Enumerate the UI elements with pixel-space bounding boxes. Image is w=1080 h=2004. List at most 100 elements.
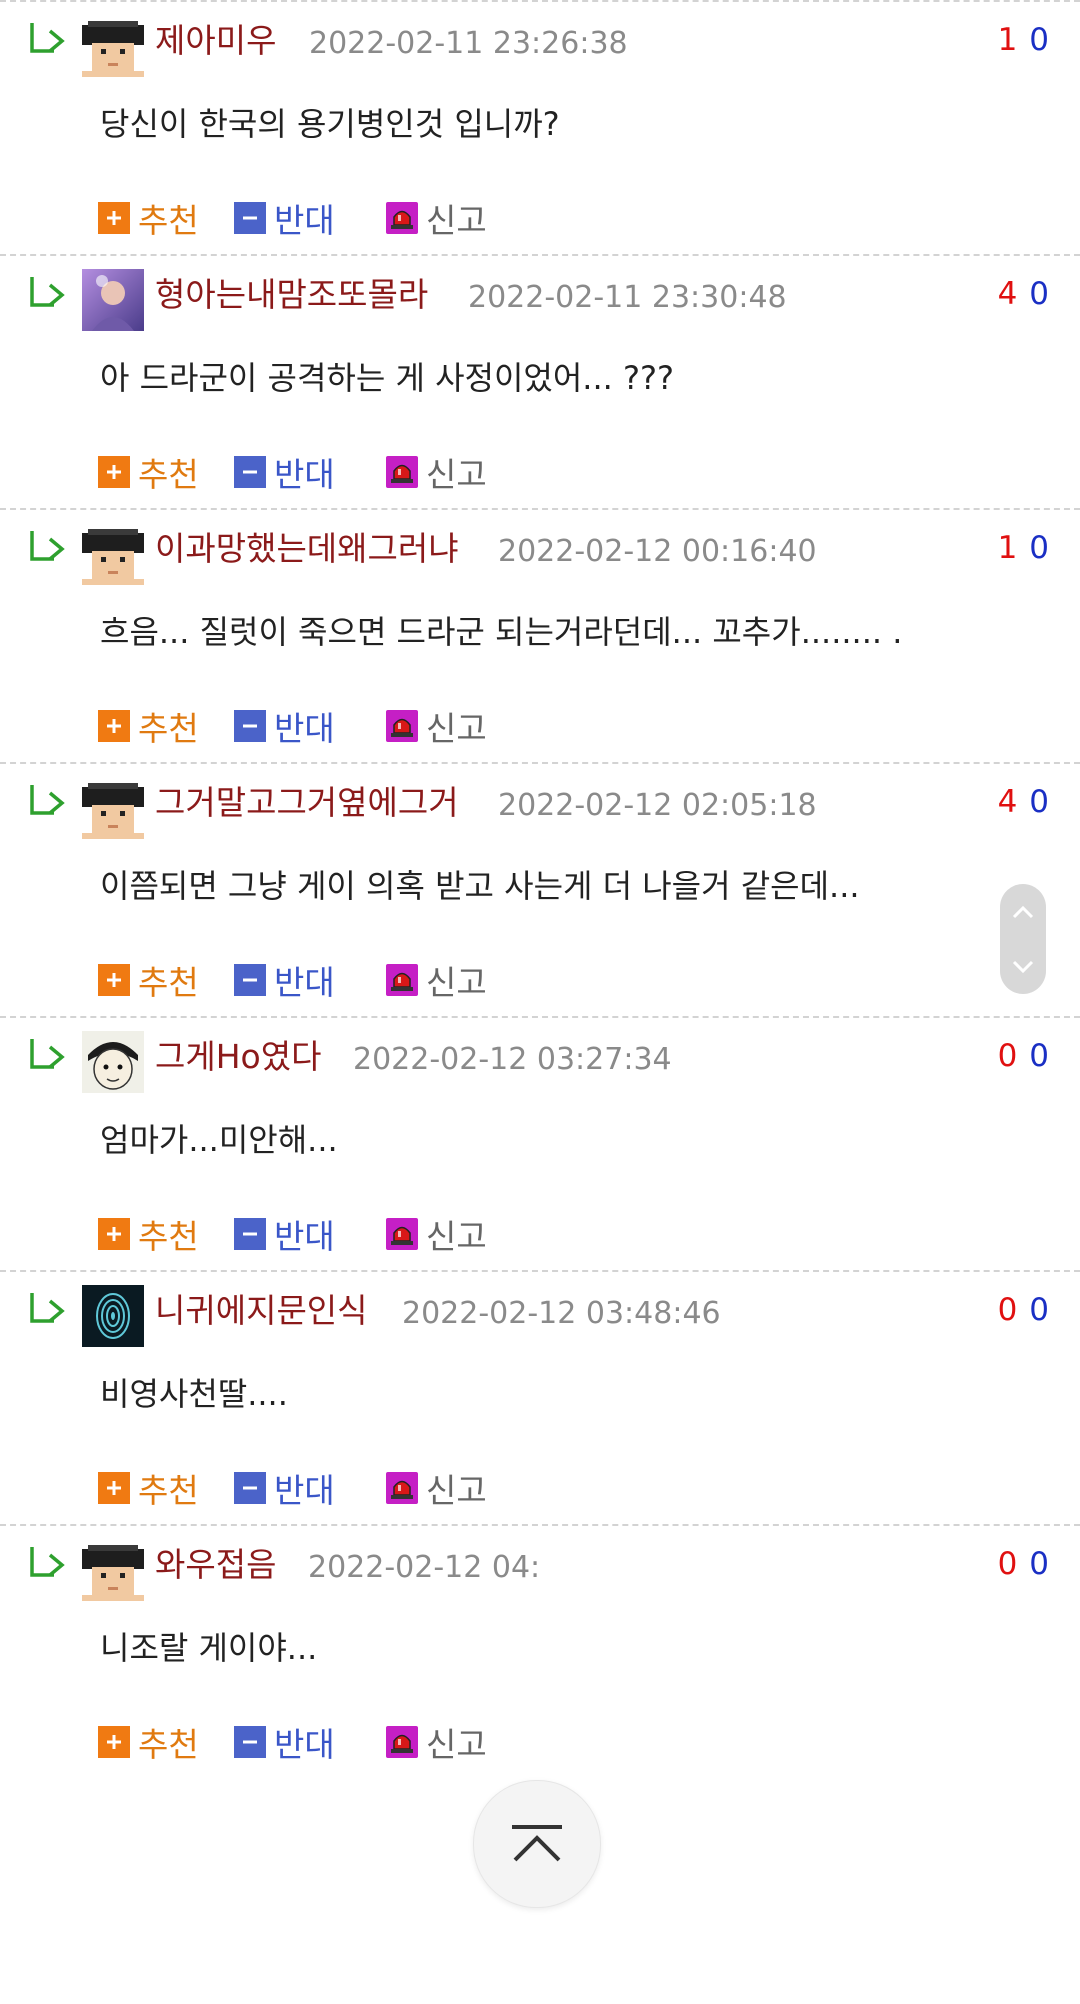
avatar[interactable] [82, 1285, 144, 1347]
oppose-count: 0 [1029, 276, 1050, 312]
comment-divider [0, 508, 1080, 510]
avatar[interactable] [82, 523, 144, 585]
reply-arrow-icon [30, 277, 65, 307]
author-nickname[interactable]: 형아는내맘조또몰라 [155, 272, 428, 318]
comment-divider [0, 1016, 1080, 1018]
author-nickname[interactable]: 와우접음 [155, 1542, 276, 1588]
plus-icon [107, 1735, 121, 1749]
minus-icon [243, 724, 257, 728]
author-nickname[interactable]: 그게Ho였다 [155, 1034, 321, 1080]
oppose-button[interactable]: 반대 [234, 195, 335, 241]
oppose-label: 반대 [274, 709, 335, 748]
comment-item: 제아미우 2022-02-11 23:26:38 1 0 당신이 한국의 용기병인것 … [0, 0, 1080, 255]
vote-counts: 4 0 [998, 272, 1050, 316]
author-nickname[interactable]: 이과망했는데왜그러냐 [155, 526, 459, 572]
oppose-count: 0 [1029, 530, 1050, 566]
report-button[interactable]: 신고 [386, 195, 487, 241]
vote-counts: 0 0 [998, 1542, 1050, 1586]
reply-arrow-icon [30, 23, 65, 53]
comment-item: 니귀에지문인식 2022-02-12 03:48:46 0 0 비영사천딸.... 추천… [0, 1270, 1080, 1525]
recommend-button[interactable]: 추천 [98, 703, 199, 749]
vote-counts: 1 0 [998, 18, 1050, 62]
report-label: 신고 [426, 1471, 487, 1510]
author-nickname[interactable]: 제아미우 [155, 18, 276, 64]
oppose-button[interactable]: 반대 [234, 1211, 335, 1257]
scroll-to-top-button[interactable] [473, 1780, 601, 1908]
plus-icon [107, 465, 121, 479]
recommend-icon [98, 456, 130, 488]
recommend-count: 4 [997, 276, 1019, 312]
siren-icon [391, 1480, 413, 1499]
comment-text: 흐음... 질럿이 죽으면 드라군 되는거라던데... 꼬추가........ … [100, 613, 903, 651]
comment-text: 엄마가...미안해... [100, 1121, 338, 1159]
oppose-button[interactable]: 반대 [234, 1719, 335, 1765]
oppose-button[interactable]: 반대 [234, 1465, 335, 1511]
vote-counts: 0 0 [998, 1034, 1050, 1078]
report-icon [386, 1726, 418, 1758]
report-button[interactable]: 신고 [386, 1465, 487, 1511]
oppose-count: 0 [1029, 1546, 1050, 1582]
report-button[interactable]: 신고 [386, 1719, 487, 1765]
comment-timestamp: 2022-02-12 03:48:46 [402, 1296, 721, 1331]
oppose-icon [234, 710, 266, 742]
reply-arrow-icon [30, 1293, 65, 1323]
avatar[interactable] [82, 777, 144, 839]
comment-item: 형아는내맘조또몰라 2022-02-11 23:30:48 4 0 아 드라군이 공격… [0, 254, 1080, 509]
oppose-button[interactable]: 반대 [234, 703, 335, 749]
comment-timestamp: 2022-02-11 23:30:48 [468, 280, 787, 315]
comment-divider [0, 254, 1080, 256]
recommend-count: 4 [997, 784, 1019, 820]
report-icon [386, 1218, 418, 1250]
scroll-down-button[interactable] [1000, 939, 1046, 994]
plus-icon [107, 1481, 121, 1495]
avatar[interactable] [82, 1031, 144, 1093]
author-nickname[interactable]: 그거말고그거옆에그거 [155, 780, 459, 826]
comment-timestamp: 2022-02-12 04: [308, 1550, 541, 1585]
recommend-button[interactable]: 추천 [98, 1719, 199, 1765]
oppose-icon [234, 1218, 266, 1250]
report-button[interactable]: 신고 [386, 703, 487, 749]
author-nickname[interactable]: 니귀에지문인식 [155, 1288, 368, 1334]
scroll-to-top-icon [512, 1825, 562, 1862]
avatar[interactable] [82, 15, 144, 77]
report-button[interactable]: 신고 [386, 449, 487, 495]
recommend-count: 1 [997, 22, 1019, 58]
vote-counts: 0 0 [998, 1288, 1050, 1332]
report-button[interactable]: 신고 [386, 1211, 487, 1257]
oppose-label: 반대 [274, 1725, 335, 1764]
comment-timestamp: 2022-02-12 03:27:34 [353, 1042, 672, 1077]
comment-text: 비영사천딸.... [100, 1375, 288, 1413]
chevron-down-icon [1012, 960, 1034, 973]
comment-text: 이쯤되면 그냥 게이 의혹 받고 사는게 더 나을거 같은데... [100, 867, 860, 905]
report-button[interactable]: 신고 [386, 957, 487, 1003]
siren-icon [391, 1734, 413, 1753]
recommend-label: 추천 [138, 455, 199, 494]
recommend-button[interactable]: 추천 [98, 449, 199, 495]
recommend-label: 추천 [138, 963, 199, 1002]
chevron-up-icon [1012, 905, 1034, 918]
report-icon [386, 710, 418, 742]
recommend-button[interactable]: 추천 [98, 195, 199, 241]
sketch-face-avatar-icon [82, 1031, 144, 1093]
fingerprint-avatar-icon [82, 1285, 144, 1347]
reply-arrow-icon [30, 1039, 65, 1069]
siren-icon [391, 718, 413, 737]
recommend-button[interactable]: 추천 [98, 1211, 199, 1257]
scroll-up-button[interactable] [1000, 884, 1046, 939]
oppose-button[interactable]: 반대 [234, 957, 335, 1003]
oppose-count: 0 [1029, 1292, 1050, 1328]
minus-icon [243, 1232, 257, 1236]
oppose-button[interactable]: 반대 [234, 449, 335, 495]
reply-indicator [28, 783, 68, 819]
comment-item: 이과망했는데왜그러냐 2022-02-12 00:16:40 1 0 흐음... 질럿… [0, 508, 1080, 763]
comment-item: 와우접음 2022-02-12 04: 0 0 니조랄 게이야... 추천 반대 신고 [0, 1524, 1080, 1779]
recommend-button[interactable]: 추천 [98, 1465, 199, 1511]
avatar[interactable] [82, 1539, 144, 1601]
report-label: 신고 [426, 963, 487, 1002]
report-label: 신고 [426, 1217, 487, 1256]
siren-icon [391, 1226, 413, 1245]
minus-icon [243, 470, 257, 474]
recommend-button[interactable]: 추천 [98, 957, 199, 1003]
avatar[interactable] [82, 269, 144, 331]
comment-divider [0, 762, 1080, 764]
